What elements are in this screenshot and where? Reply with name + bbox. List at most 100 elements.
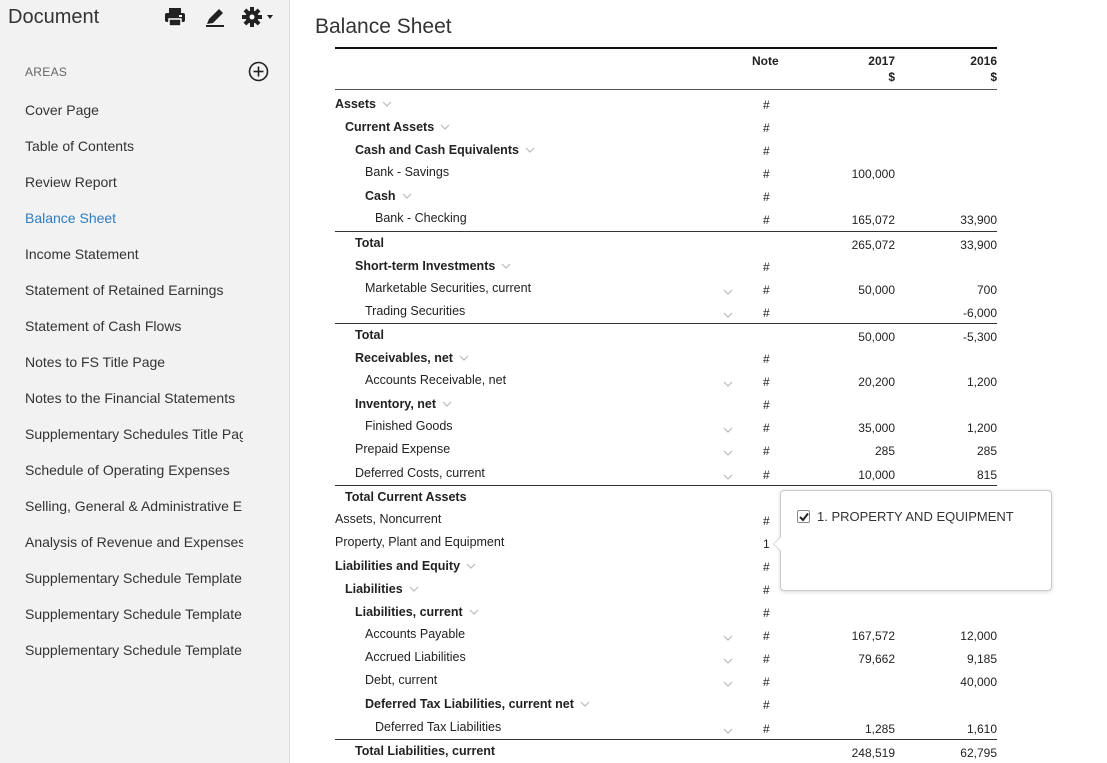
note-ref[interactable]: #	[763, 190, 770, 204]
row-label[interactable]: Prepaid Expense	[355, 442, 450, 456]
table-row: Assets #	[335, 92, 997, 115]
note-checkbox-label[interactable]: 1. PROPERTY AND EQUIPMENT	[817, 509, 1014, 524]
row-label[interactable]: Liabilities	[345, 581, 419, 596]
chevron-down-icon[interactable]	[723, 284, 733, 295]
row-label[interactable]: Cash	[365, 188, 412, 203]
add-circle-icon[interactable]	[248, 61, 269, 82]
chevron-down-icon[interactable]	[501, 258, 511, 269]
note-ref[interactable]: #	[763, 722, 770, 736]
note-ref[interactable]: #	[763, 213, 770, 227]
row-label[interactable]: Total	[355, 236, 384, 250]
row-label[interactable]: Total	[355, 328, 384, 342]
chevron-down-icon[interactable]	[723, 307, 733, 318]
row-label[interactable]: Assets, Noncurrent	[335, 512, 441, 526]
sidebar-item[interactable]: Analysis of Revenue and Expenses	[0, 524, 243, 560]
chevron-down-icon[interactable]	[723, 723, 733, 734]
print-icon[interactable]	[163, 6, 187, 28]
chevron-down-icon[interactable]	[723, 653, 733, 665]
note-ref[interactable]: #	[763, 444, 770, 458]
sidebar-item[interactable]: Income Statement	[0, 236, 243, 272]
note-ref[interactable]: #	[763, 121, 770, 135]
row-label-text: Receivables, net	[355, 351, 453, 366]
chevron-down-icon[interactable]	[442, 396, 452, 408]
chevron-down-icon[interactable]	[723, 422, 733, 434]
row-label[interactable]: Property, Plant and Equipment	[335, 535, 504, 549]
note-checkbox[interactable]	[797, 510, 810, 523]
row-label[interactable]: Liabilities and Equity	[335, 558, 476, 573]
chevron-down-icon[interactable]	[440, 119, 450, 130]
row-label[interactable]: Trading Securities	[365, 304, 465, 318]
sidebar-item[interactable]: Notes to the Financial Statements	[0, 380, 243, 416]
row-label[interactable]: Finished Goods	[365, 419, 453, 433]
chevron-down-icon[interactable]	[723, 676, 733, 688]
note-ref[interactable]: #	[763, 629, 770, 643]
row-label[interactable]: Deferred Tax Liabilities	[375, 720, 501, 734]
sidebar-item[interactable]: Selling, General & Administrative E	[0, 488, 243, 524]
row-label[interactable]: Receivables, net	[355, 350, 469, 365]
row-label[interactable]: Current Assets	[345, 119, 450, 134]
value-2017: 10,000	[858, 467, 895, 482]
chevron-down-icon[interactable]	[723, 376, 733, 387]
gear-icon[interactable]	[241, 6, 275, 28]
note-ref[interactable]: #	[763, 98, 770, 112]
row-label[interactable]: Accounts Payable	[365, 627, 465, 641]
chevron-down-icon[interactable]	[580, 696, 590, 708]
note-ref[interactable]: #	[763, 398, 770, 412]
sidebar-item[interactable]: Supplementary Schedule Template	[0, 632, 243, 668]
chevron-down-icon[interactable]	[382, 96, 392, 107]
row-label[interactable]: Total Current Assets	[345, 490, 467, 504]
sidebar-item[interactable]: Statement of Cash Flows	[0, 308, 243, 344]
note-ref[interactable]: #	[763, 144, 770, 158]
row-label[interactable]: Short-term Investments	[355, 258, 511, 273]
row-label[interactable]: Inventory, net	[355, 396, 452, 411]
row-label[interactable]: Debt, current	[365, 673, 437, 687]
chevron-down-icon[interactable]	[723, 445, 733, 457]
note-ref[interactable]: #	[763, 375, 770, 389]
row-label[interactable]: Marketable Securities, current	[365, 281, 531, 295]
row-label[interactable]: Bank - Savings	[365, 165, 449, 179]
note-ref[interactable]: #	[763, 421, 770, 435]
row-label[interactable]: Total Liabilities, current	[355, 744, 495, 758]
sidebar-item[interactable]: Supplementary Schedules Title Pag	[0, 416, 243, 452]
row-label[interactable]: Liabilities, current	[355, 604, 479, 619]
note-ref[interactable]: #	[763, 283, 770, 297]
chevron-down-icon[interactable]	[723, 630, 733, 642]
chevron-down-icon[interactable]	[466, 558, 476, 569]
sidebar-item[interactable]: Notes to FS Title Page	[0, 344, 243, 380]
row-label[interactable]: Cash and Cash Equivalents	[355, 142, 535, 157]
chevron-down-icon[interactable]	[469, 604, 479, 615]
note-ref[interactable]: #	[763, 167, 770, 181]
row-label[interactable]: Assets	[335, 96, 392, 111]
note-ref[interactable]: #	[763, 583, 770, 597]
chevron-down-icon[interactable]	[723, 469, 733, 480]
chevron-down-icon[interactable]	[402, 188, 412, 200]
sidebar-item[interactable]: Schedule of Operating Expenses	[0, 452, 243, 488]
row-label[interactable]: Deferred Tax Liabilities, current net	[365, 696, 590, 711]
note-ref[interactable]: #	[763, 560, 770, 574]
sidebar-item[interactable]: Supplementary Schedule Template	[0, 560, 243, 596]
sidebar-item[interactable]: Cover Page	[0, 92, 243, 128]
note-ref[interactable]: #	[763, 468, 770, 482]
chevron-down-icon[interactable]	[409, 581, 419, 592]
sidebar-item[interactable]: Table of Contents	[0, 128, 243, 164]
row-label[interactable]: Accounts Receivable, net	[365, 373, 506, 387]
chevron-down-icon[interactable]	[459, 350, 469, 361]
row-label[interactable]: Accrued Liabilities	[365, 650, 466, 664]
sidebar-item[interactable]: Statement of Retained Earnings	[0, 272, 243, 308]
note-ref[interactable]: 1	[763, 537, 770, 551]
note-ref[interactable]: #	[763, 260, 770, 274]
note-ref[interactable]: #	[763, 698, 770, 712]
note-ref[interactable]: #	[763, 514, 770, 528]
pencil-icon[interactable]	[203, 6, 227, 28]
sidebar-item[interactable]: Balance Sheet	[0, 200, 243, 236]
note-ref[interactable]: #	[763, 675, 770, 689]
note-ref[interactable]: #	[763, 352, 770, 366]
note-ref[interactable]: #	[763, 652, 770, 666]
chevron-down-icon[interactable]	[525, 142, 535, 154]
row-label[interactable]: Bank - Checking	[375, 211, 467, 225]
row-label[interactable]: Deferred Costs, current	[355, 466, 485, 480]
sidebar-item[interactable]: Review Report	[0, 164, 243, 200]
note-ref[interactable]: #	[763, 306, 770, 320]
sidebar-item[interactable]: Supplementary Schedule Template	[0, 596, 243, 632]
note-ref[interactable]: #	[763, 606, 770, 620]
